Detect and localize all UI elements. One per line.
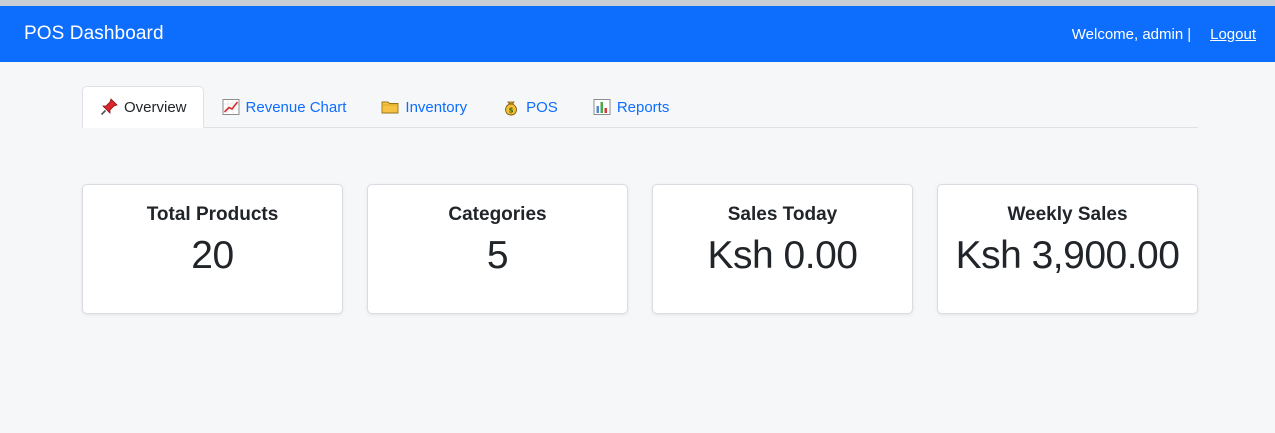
folder-icon (381, 98, 399, 116)
money-bag-icon: $ (502, 98, 520, 116)
tab-reports[interactable]: Reports (575, 86, 687, 128)
dashboard-tabs: Overview Revenue Chart Inventory $ POS R… (82, 86, 1198, 128)
tab-label: Inventory (405, 98, 468, 116)
welcome-text: Welcome, admin (1071, 25, 1184, 43)
brand-title[interactable]: POS Dashboard (24, 23, 164, 45)
pushpin-icon (100, 98, 118, 116)
tab-label: Overview (124, 98, 187, 116)
tab-revenue-chart[interactable]: Revenue Chart (204, 86, 364, 128)
user-menu: Welcome, admin | Logout (1072, 26, 1256, 43)
tab-inventory[interactable]: Inventory (363, 86, 484, 128)
stat-value: Ksh 3,900.00 (955, 234, 1180, 277)
tab-overview[interactable]: Overview (82, 86, 204, 128)
top-navbar: POS Dashboard Welcome, admin | Logout (0, 6, 1275, 62)
stat-value: 5 (486, 234, 509, 277)
bar-chart-icon (593, 98, 611, 116)
stat-card-total-products: Total Products 20 (82, 184, 343, 314)
svg-text:$: $ (509, 107, 514, 115)
chart-increasing-icon (222, 98, 240, 116)
stat-title: Sales Today (727, 204, 838, 225)
stat-card-categories: Categories 5 (367, 184, 628, 314)
stat-card-sales-today: Sales Today Ksh 0.00 (652, 184, 913, 314)
stat-card-weekly-sales: Weekly Sales Ksh 3,900.00 (937, 184, 1198, 314)
nav-separator: | (1187, 25, 1192, 43)
stat-value: Ksh 0.00 (707, 234, 858, 277)
stat-title: Weekly Sales (1007, 204, 1128, 225)
stat-title: Total Products (146, 204, 279, 225)
stats-cards: Total Products 20 Categories 5 Sales Tod… (82, 184, 1198, 314)
tab-label: POS (526, 98, 558, 116)
logout-link[interactable]: Logout (1210, 26, 1256, 43)
tab-label: Revenue Chart (245, 98, 347, 116)
tab-pos[interactable]: $ POS (484, 86, 575, 128)
stat-value: 20 (191, 234, 234, 277)
stat-title: Categories (448, 204, 547, 225)
tab-label: Reports (616, 98, 670, 116)
